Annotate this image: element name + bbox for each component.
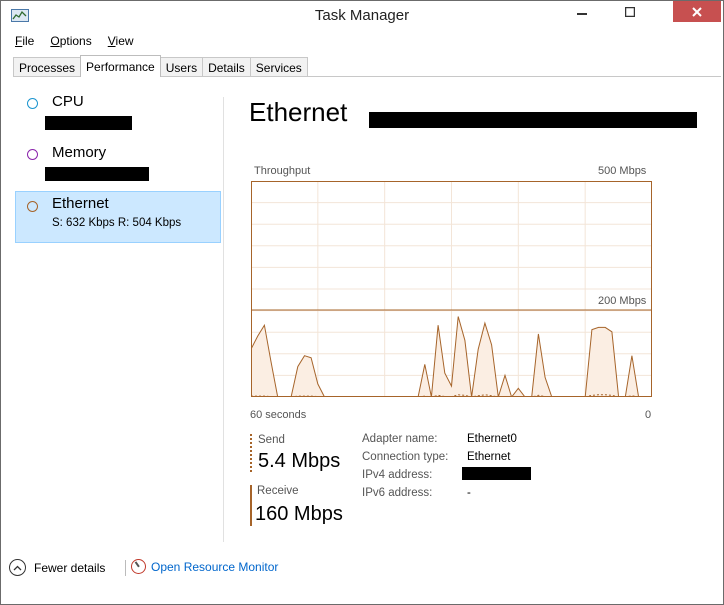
tab-details[interactable]: Details: [202, 57, 251, 77]
send-value: 5.4 Mbps: [258, 450, 341, 472]
receive-value: 160 Mbps: [255, 503, 343, 525]
minimize-icon: [577, 13, 587, 15]
receive-stat: Receive 160 Mbps: [250, 485, 350, 527]
performance-panel: CPU Memory Ethernet S: 632 Kbps R: 504 K…: [13, 76, 721, 547]
ethernet-indicator-icon: [27, 201, 38, 212]
sidebar-item-ethernet[interactable]: Ethernet S: 632 Kbps R: 504 Kbps: [15, 191, 221, 243]
fewer-details-button[interactable]: Fewer details: [9, 559, 105, 576]
title-bar[interactable]: Task Manager: [1, 1, 723, 31]
graph-time-span-label: 60 seconds: [250, 409, 307, 421]
memory-indicator-icon: [27, 149, 38, 160]
open-resource-monitor-link[interactable]: Open Resource Monitor: [131, 559, 278, 574]
adapter-name-label: Adapter name:: [362, 433, 438, 445]
maximize-icon: [625, 7, 635, 17]
redacted-cpu-usage: [45, 116, 132, 130]
ipv6-address-value: -: [467, 487, 471, 499]
resource-monitor-icon: [131, 559, 146, 574]
chevron-up-icon: [9, 559, 26, 576]
receive-legend-line: [250, 485, 252, 526]
footer-bar: Fewer details Open Resource Monitor: [1, 546, 723, 602]
throughput-chart: [251, 181, 652, 397]
send-legend-line: [250, 434, 252, 472]
sidebar-item-memory[interactable]: Memory: [15, 140, 221, 192]
tab-strip: Processes Performance Users Details Serv…: [13, 55, 308, 77]
page-title: Ethernet: [249, 97, 348, 127]
graph-max-label: 500 Mbps: [598, 165, 647, 177]
minimize-button[interactable]: [567, 1, 597, 23]
tab-services[interactable]: Services: [249, 57, 308, 77]
send-stat: Send 5.4 Mbps: [250, 434, 350, 474]
sidebar-item-cpu[interactable]: CPU: [15, 89, 221, 141]
send-label: Send: [258, 434, 285, 446]
graph-now-label: 0: [645, 409, 652, 421]
maximize-button[interactable]: [615, 1, 645, 23]
graph-title: Throughput: [254, 165, 311, 177]
ipv6-address-label: IPv6 address:: [362, 487, 433, 499]
receive-label: Receive: [257, 485, 299, 497]
tab-users[interactable]: Users: [159, 57, 204, 77]
task-manager-window: Task Manager File Options View Processes…: [0, 0, 724, 605]
menu-view[interactable]: View: [106, 34, 136, 50]
menu-options[interactable]: Options: [48, 34, 93, 50]
panel-divider: [223, 97, 224, 542]
redacted-memory-usage: [45, 167, 149, 181]
connection-type-label: Connection type:: [362, 451, 449, 463]
connection-type-value: Ethernet: [467, 451, 511, 463]
cpu-indicator-icon: [27, 98, 38, 109]
tab-processes[interactable]: Processes: [13, 57, 82, 77]
sidebar-item-label: Memory: [52, 144, 107, 161]
tab-performance[interactable]: Performance: [80, 55, 161, 77]
redacted-adapter-description: [369, 112, 697, 128]
sidebar-item-label: Ethernet: [52, 195, 109, 212]
footer-separator: [125, 560, 126, 576]
redacted-ipv4-address: [462, 467, 531, 480]
open-resource-monitor-label: Open Resource Monitor: [151, 559, 279, 574]
adapter-name-value: Ethernet0: [467, 433, 517, 445]
menu-bar: File Options View: [13, 34, 136, 50]
fewer-details-label: Fewer details: [34, 560, 106, 575]
close-icon: [692, 6, 702, 17]
menu-file[interactable]: File: [13, 34, 36, 50]
close-button[interactable]: [673, 1, 721, 22]
sidebar-item-label: CPU: [52, 93, 84, 110]
ethernet-throughput-summary: S: 632 Kbps R: 504 Kbps: [52, 217, 182, 229]
ipv4-address-label: IPv4 address:: [362, 469, 433, 481]
